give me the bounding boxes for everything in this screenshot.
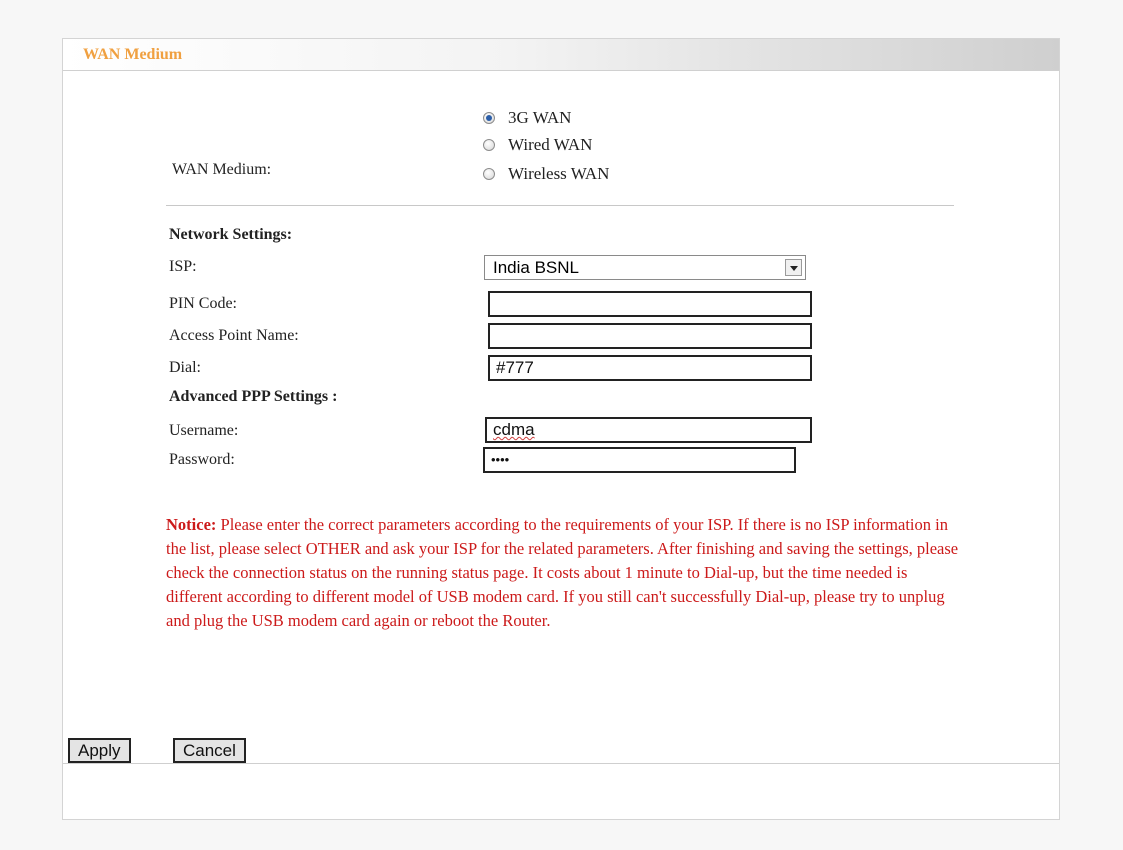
radio-3g-wan-label: 3G WAN: [508, 108, 572, 127]
panel-header: WAN Medium: [63, 39, 1059, 71]
radio-wireless-wan[interactable]: Wireless WAN: [483, 164, 609, 184]
notice-text: Notice: Please enter the correct paramet…: [166, 513, 966, 633]
apn-label: Access Point Name:: [169, 327, 299, 344]
radio-wired-wan-label: Wired WAN: [508, 135, 593, 154]
dial-label: Dial:: [169, 359, 201, 376]
wan-medium-panel: WAN Medium WAN Medium: 3G WAN Wired WAN …: [62, 38, 1060, 820]
radio-unchecked-icon[interactable]: [483, 139, 495, 151]
advanced-ppp-heading: Advanced PPP Settings :: [169, 388, 338, 405]
dial-field[interactable]: #777: [488, 355, 812, 381]
radio-unchecked-icon[interactable]: [483, 168, 495, 180]
password-field[interactable]: ••••: [483, 447, 796, 473]
username-field[interactable]: cdma: [485, 417, 812, 443]
username-label: Username:: [169, 422, 239, 439]
panel-title: WAN Medium: [83, 46, 183, 63]
chevron-down-icon[interactable]: [785, 259, 802, 276]
notice-prefix: Notice:: [166, 515, 217, 534]
radio-3g-wan[interactable]: 3G WAN: [483, 108, 571, 128]
apply-button[interactable]: Apply: [68, 738, 131, 763]
apn-field[interactable]: [488, 323, 812, 349]
footer-divider: [63, 763, 1059, 764]
cancel-button[interactable]: Cancel: [173, 738, 246, 763]
network-settings-heading: Network Settings:: [169, 226, 293, 243]
isp-select[interactable]: India BSNL: [484, 255, 806, 280]
username-value: cdma: [493, 420, 535, 439]
pin-code-label: PIN Code:: [169, 295, 237, 312]
radio-wireless-wan-label: Wireless WAN: [508, 164, 610, 183]
password-label: Password:: [169, 451, 235, 468]
section-divider: [166, 205, 954, 206]
notice-body: Please enter the correct parameters acco…: [166, 515, 959, 630]
wan-medium-label: WAN Medium:: [172, 161, 272, 178]
pin-code-field[interactable]: [488, 291, 812, 317]
radio-wired-wan[interactable]: Wired WAN: [483, 135, 592, 155]
isp-selected-value: India BSNL: [493, 258, 579, 277]
radio-checked-icon[interactable]: [483, 112, 495, 124]
isp-label: ISP:: [169, 258, 197, 275]
